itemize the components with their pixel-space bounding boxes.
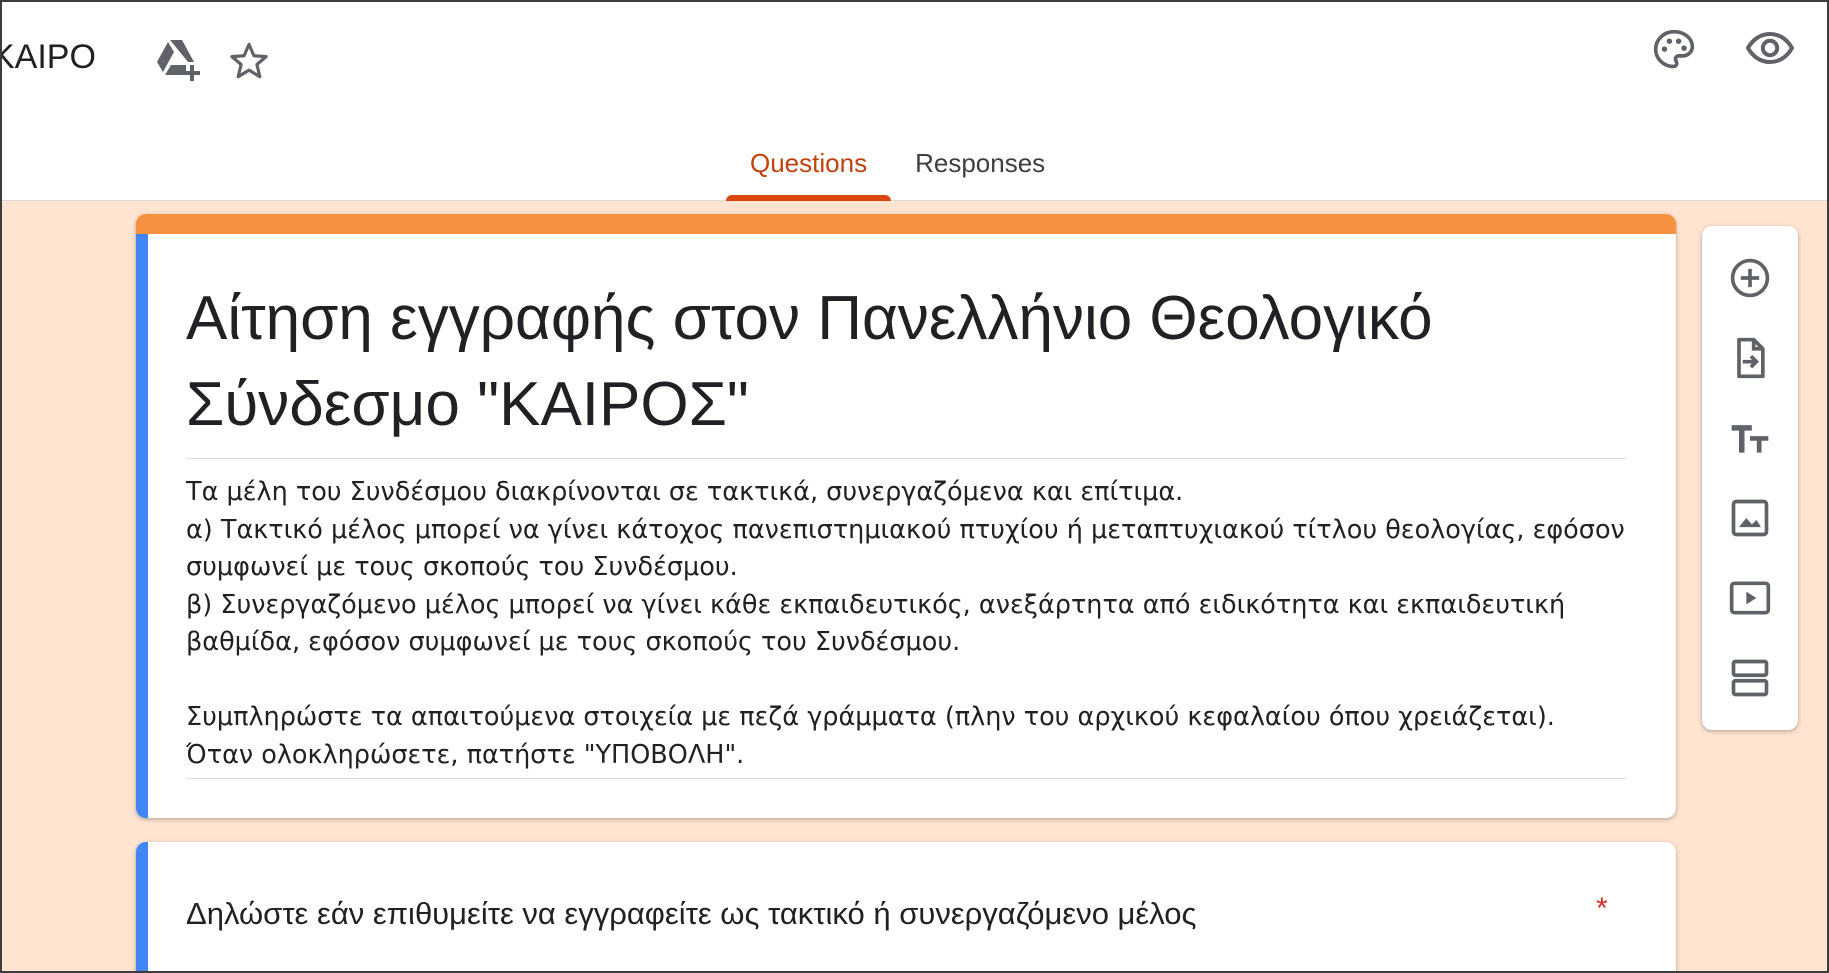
eye-icon[interactable] (1742, 26, 1798, 70)
tab-responses[interactable]: Responses (891, 142, 1069, 201)
add-image-icon[interactable] (1702, 486, 1798, 550)
question-card[interactable]: Δηλώστε εάν επιθυμείτε να εγγραφείτε ως … (136, 842, 1676, 971)
tab-questions[interactable]: Questions (726, 142, 892, 201)
question-title[interactable]: Δηλώστε εάν επιθυμείτε να εγγραφείτε ως … (186, 896, 1196, 932)
side-toolbar (1702, 226, 1798, 730)
top-header: KAIPO Questions Responses (2, 2, 1827, 201)
required-asterisk: * (1596, 892, 1608, 925)
card-accent-bar (136, 214, 1676, 234)
form-header-card[interactable]: Αίτηση εγγραφής στον Πανελλήνιο Θεολογικ… (136, 214, 1676, 818)
form-title[interactable]: Αίτηση εγγραφής στον Πανελλήνιο Θεολογικ… (186, 276, 1626, 459)
add-section-icon[interactable] (1702, 646, 1798, 710)
add-video-icon[interactable] (1702, 566, 1798, 630)
tab-responses-label: Responses (915, 148, 1046, 178)
add-question-icon[interactable] (1702, 246, 1798, 310)
star-icon[interactable] (226, 38, 272, 84)
tab-questions-label: Questions (750, 148, 868, 178)
card-focus-bar (136, 234, 148, 818)
document-title[interactable]: KAIPO (0, 38, 96, 77)
forms-editor: KAIPO Questions Responses Αίτηση εγγραφή… (0, 0, 1829, 973)
document-title-text: KAIPO (0, 38, 96, 76)
question-focus-bar (136, 842, 148, 971)
drive-add-icon[interactable] (152, 36, 204, 84)
import-questions-icon[interactable] (1702, 326, 1798, 390)
add-title-icon[interactable] (1702, 406, 1798, 470)
view-tabs: Questions Responses (726, 142, 1069, 201)
form-description[interactable]: Τα μέλη του Συνδέσμου διακρίνονται σε τα… (186, 474, 1626, 779)
palette-icon[interactable] (1648, 26, 1700, 74)
